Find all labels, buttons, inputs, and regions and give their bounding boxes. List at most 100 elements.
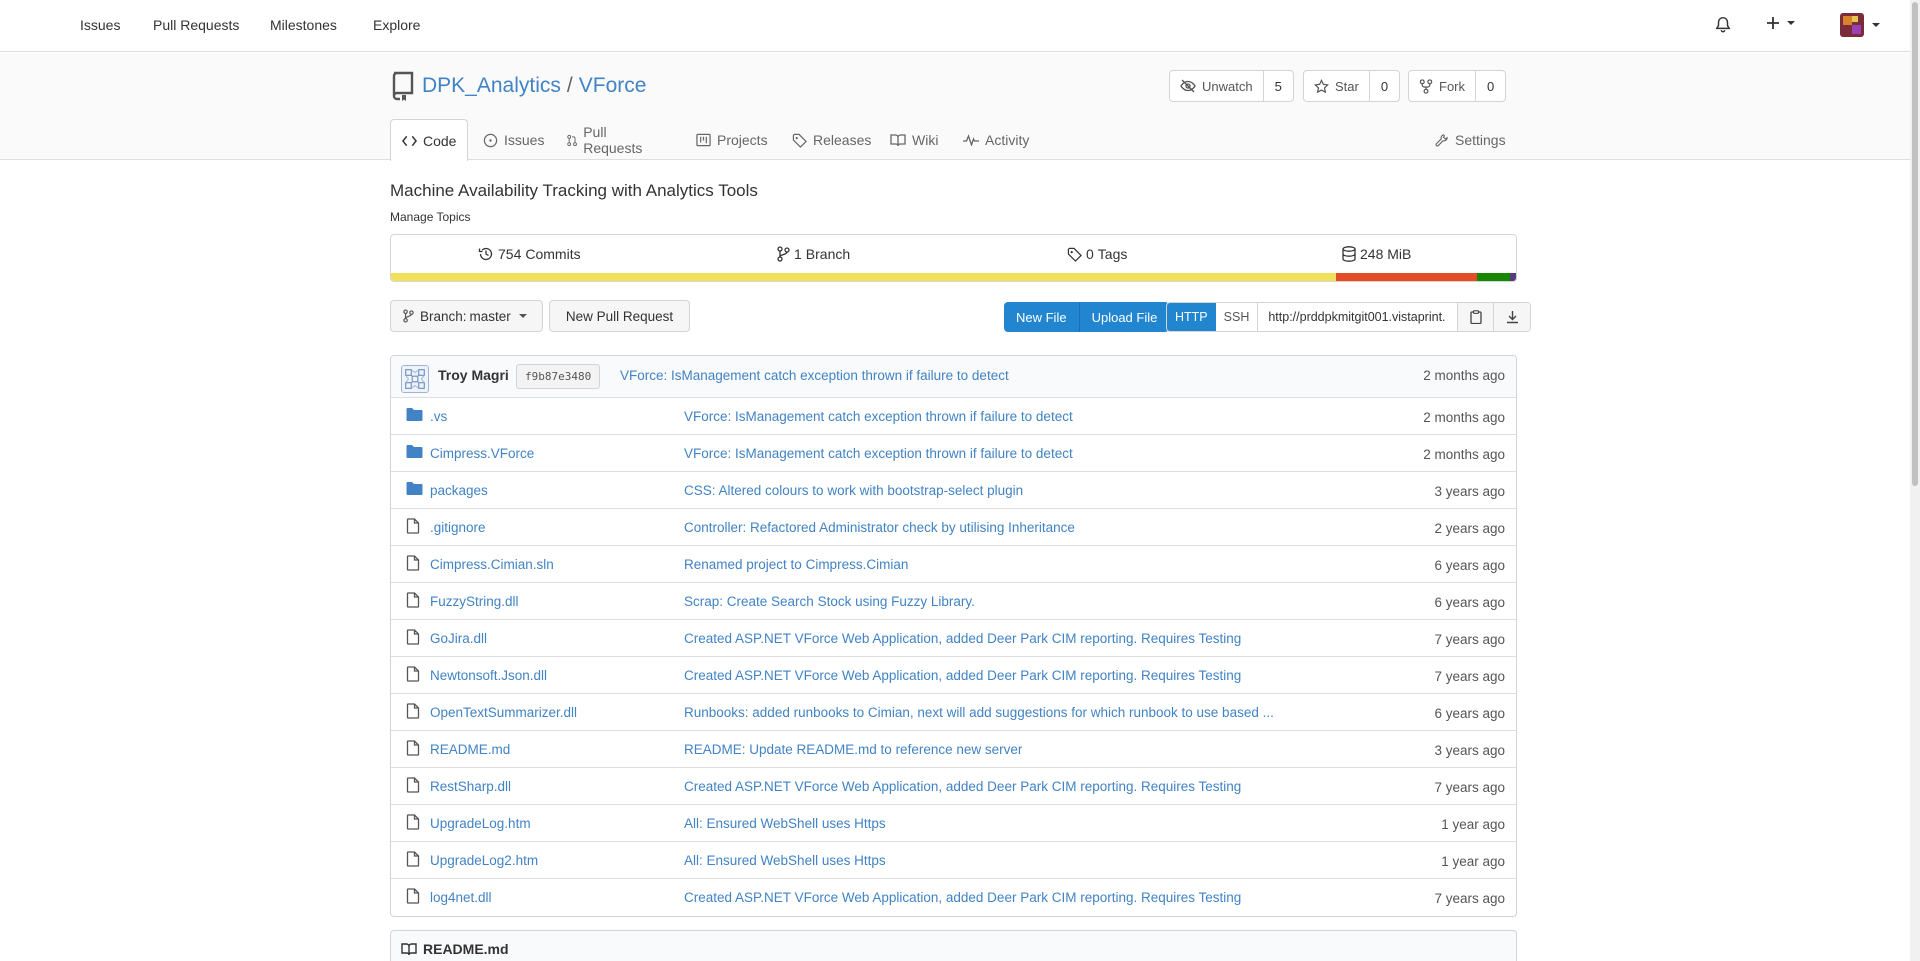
repo-header: DPK_Analytics / VForce Unwatch 5 Star 0 …: [0, 53, 1910, 161]
fork-button[interactable]: Fork: [1409, 71, 1476, 101]
fork-label: Fork: [1439, 78, 1465, 94]
tab-activity[interactable]: Activity: [963, 119, 1029, 161]
file-commit-age: 1 year ago: [1441, 854, 1505, 869]
file-commit-message[interactable]: Runbooks: added runbooks to Cimian, next…: [684, 705, 1274, 720]
file-table: Troy Magri f9b87e3480 VForce: IsManageme…: [390, 355, 1517, 917]
repo-name-link[interactable]: VForce: [579, 74, 647, 98]
bell-icon[interactable]: [1714, 16, 1732, 34]
file-name-link[interactable]: packages: [430, 483, 488, 498]
file-name-link[interactable]: UpgradeLog.htm: [430, 816, 531, 831]
file-commit-age: 6 years ago: [1434, 595, 1505, 610]
file-row: log4net.dll Created ASP.NET VForce Web Ap…: [391, 879, 1516, 916]
tab-projects[interactable]: Projects: [696, 119, 768, 161]
commit-author[interactable]: Troy Magri: [438, 367, 509, 383]
file-commit-message[interactable]: Renamed project to Cimpress.Cimian: [684, 557, 908, 572]
file-commit-message[interactable]: Scrap: Create Search Stock using Fuzzy L…: [684, 594, 975, 609]
tools-icon: [1435, 133, 1448, 146]
create-menu[interactable]: [1765, 15, 1795, 31]
copy-url-button[interactable]: [1458, 303, 1495, 331]
commit-sha[interactable]: f9b87e3480: [516, 364, 601, 389]
forks-count[interactable]: 0: [1476, 71, 1505, 101]
file-commit-message[interactable]: README: Update README.md to reference ne…: [684, 742, 1022, 757]
file-name-link[interactable]: Cimpress.Cimian.sln: [430, 557, 554, 572]
tab-pull-requests[interactable]: Pull Requests: [567, 119, 646, 161]
file-commit-message[interactable]: Created ASP.NET VForce Web Application, …: [684, 890, 1241, 905]
file-row: RestSharp.dll Created ASP.NET VForce Web …: [391, 768, 1516, 805]
git-branch-icon: [403, 309, 414, 323]
user-menu[interactable]: [1840, 13, 1880, 37]
repo-owner-link[interactable]: DPK_Analytics: [422, 74, 561, 98]
nav-issues[interactable]: Issues: [80, 17, 120, 33]
file-name-link[interactable]: GoJira.dll: [430, 631, 487, 646]
nav-pull-requests[interactable]: Pull Requests: [153, 17, 239, 33]
tag-icon: [792, 133, 807, 148]
upload-file-button[interactable]: Upload File: [1078, 302, 1170, 332]
file-name-link[interactable]: UpgradeLog2.htm: [430, 853, 538, 868]
file-row: .gitignore Controller: Refactored Adminis…: [391, 509, 1516, 546]
file-commit-message[interactable]: Controller: Refactored Administrator che…: [684, 520, 1075, 535]
tab-releases-label: Releases: [813, 132, 872, 148]
unwatch-button[interactable]: Unwatch: [1170, 71, 1264, 101]
commits-stat[interactable]: 754 Commits: [478, 246, 581, 262]
nav-explore[interactable]: Explore: [373, 17, 420, 33]
stars-count[interactable]: 0: [1370, 71, 1399, 101]
branch-dropdown[interactable]: Branch: master: [390, 300, 543, 332]
new-pull-request-button[interactable]: New Pull Request: [549, 300, 690, 332]
nav-milestones[interactable]: Milestones: [270, 17, 337, 33]
tab-issues[interactable]: Issues: [483, 119, 544, 161]
file-name-link[interactable]: Newtonsoft.Json.dll: [430, 668, 547, 683]
folder-icon: [406, 445, 423, 458]
database-icon: [1342, 246, 1356, 262]
file-icon-wrap: [406, 851, 420, 867]
tab-wiki-label: Wiki: [912, 132, 939, 148]
file-commit-message[interactable]: Created ASP.NET VForce Web Application, …: [684, 779, 1241, 794]
file-row: .vs VForce: IsManagement catch exception …: [391, 398, 1516, 435]
commit-message[interactable]: VForce: IsManagement catch exception thr…: [620, 368, 1009, 383]
tab-code[interactable]: Code: [390, 119, 469, 161]
star-button[interactable]: Star: [1304, 71, 1370, 101]
fork-button-group: Fork 0: [1408, 70, 1507, 102]
branches-stat[interactable]: 1 Branch: [777, 246, 850, 262]
folder-icon: [406, 408, 423, 421]
file-commit-message[interactable]: CSS: Altered colours to work with bootst…: [684, 483, 1023, 498]
pulse-icon: [963, 134, 979, 146]
manage-topics-link[interactable]: Manage Topics: [390, 210, 471, 224]
file-icon: [406, 555, 420, 571]
http-clone-button[interactable]: HTTP: [1167, 303, 1216, 331]
file-icon-wrap: [406, 888, 420, 904]
file-commit-message[interactable]: VForce: IsManagement catch exception thr…: [684, 409, 1073, 424]
file-name-link[interactable]: .vs: [430, 409, 447, 424]
tab-releases[interactable]: Releases: [792, 119, 871, 161]
new-file-button[interactable]: New File: [1004, 302, 1079, 332]
avatar[interactable]: [401, 365, 429, 393]
clipboard-icon: [1470, 310, 1482, 324]
ssh-clone-button[interactable]: SSH: [1216, 303, 1259, 331]
download-button[interactable]: [1494, 303, 1531, 331]
scrollbar-thumb[interactable]: [1912, 2, 1918, 486]
file-name-link[interactable]: .gitignore: [430, 520, 486, 535]
tab-settings[interactable]: Settings: [1435, 119, 1506, 161]
file-name-link[interactable]: Cimpress.VForce: [430, 446, 534, 461]
file-commit-message[interactable]: Created ASP.NET VForce Web Application, …: [684, 668, 1241, 683]
file-name-link[interactable]: FuzzyString.dll: [430, 594, 519, 609]
unwatch-label: Unwatch: [1202, 78, 1253, 94]
file-commit-age: 6 years ago: [1434, 706, 1505, 721]
language-bar[interactable]: [391, 273, 1516, 281]
file-icon-wrap: [406, 703, 420, 719]
tab-wiki[interactable]: Wiki: [890, 119, 938, 161]
file-commit-message[interactable]: Created ASP.NET VForce Web Application, …: [684, 631, 1241, 646]
file-commit-message[interactable]: All: Ensured WebShell uses Https: [684, 853, 886, 868]
avatar: [1840, 13, 1864, 37]
clone-url-input[interactable]: http://prddpkmitgit001.vistaprint.: [1258, 303, 1459, 331]
file-commit-message[interactable]: All: Ensured WebShell uses Https: [684, 816, 886, 831]
file-name-link[interactable]: OpenTextSummarizer.dll: [430, 705, 577, 720]
file-commit-age: 3 years ago: [1434, 484, 1505, 499]
page-scrollbar[interactable]: [1910, 0, 1920, 961]
watchers-count[interactable]: 5: [1264, 71, 1293, 101]
tags-stat[interactable]: 0 Tags: [1067, 246, 1127, 262]
file-name-link[interactable]: RestSharp.dll: [430, 779, 511, 794]
file-icon: [406, 629, 420, 645]
file-commit-message[interactable]: VForce: IsManagement catch exception thr…: [684, 446, 1073, 461]
file-name-link[interactable]: README.md: [430, 742, 510, 757]
file-name-link[interactable]: log4net.dll: [430, 890, 492, 905]
